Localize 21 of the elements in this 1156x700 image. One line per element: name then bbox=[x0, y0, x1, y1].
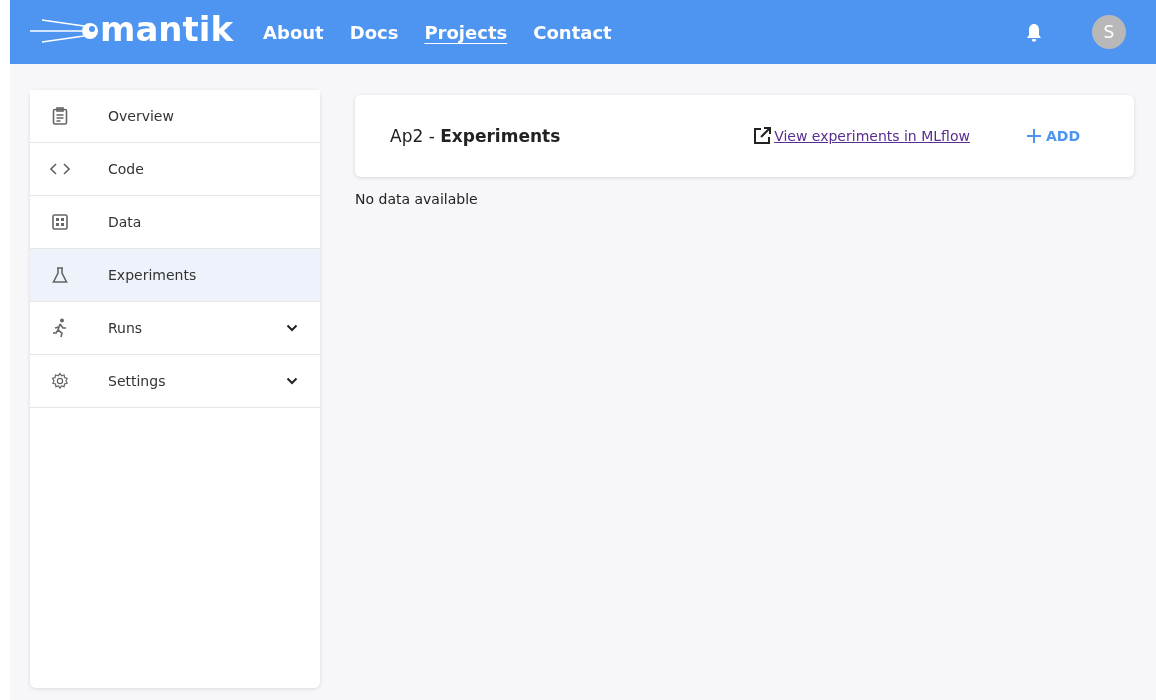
flask-icon bbox=[52, 267, 68, 283]
chevron-down-icon[interactable] bbox=[286, 324, 298, 332]
external-link-icon bbox=[752, 126, 773, 146]
mlflow-link[interactable]: View experiments in MLflow bbox=[752, 126, 970, 146]
empty-message: No data available bbox=[355, 191, 479, 207]
chevron-down-icon[interactable] bbox=[286, 377, 298, 385]
bell-icon[interactable] bbox=[1026, 22, 1042, 42]
sidebar-item[interactable]: Code bbox=[30, 143, 320, 196]
grid-icon bbox=[52, 214, 68, 230]
sidebar-item[interactable]: Settings bbox=[30, 355, 320, 408]
settings-icon bbox=[51, 372, 69, 390]
page-title: Ap2 - Experiments bbox=[390, 126, 562, 146]
sidebar-item[interactable]: Experiments bbox=[30, 249, 320, 302]
logo-text: mantik bbox=[100, 9, 234, 49]
clipboard-icon bbox=[52, 107, 68, 125]
sidebar-item[interactable]: Runs bbox=[30, 302, 320, 355]
running-person-icon bbox=[52, 318, 68, 338]
sidebar-item[interactable]: Data bbox=[30, 196, 320, 249]
plus-icon bbox=[1025, 128, 1042, 144]
code-icon bbox=[50, 163, 70, 175]
sidebar-item[interactable]: Overview bbox=[30, 90, 320, 143]
